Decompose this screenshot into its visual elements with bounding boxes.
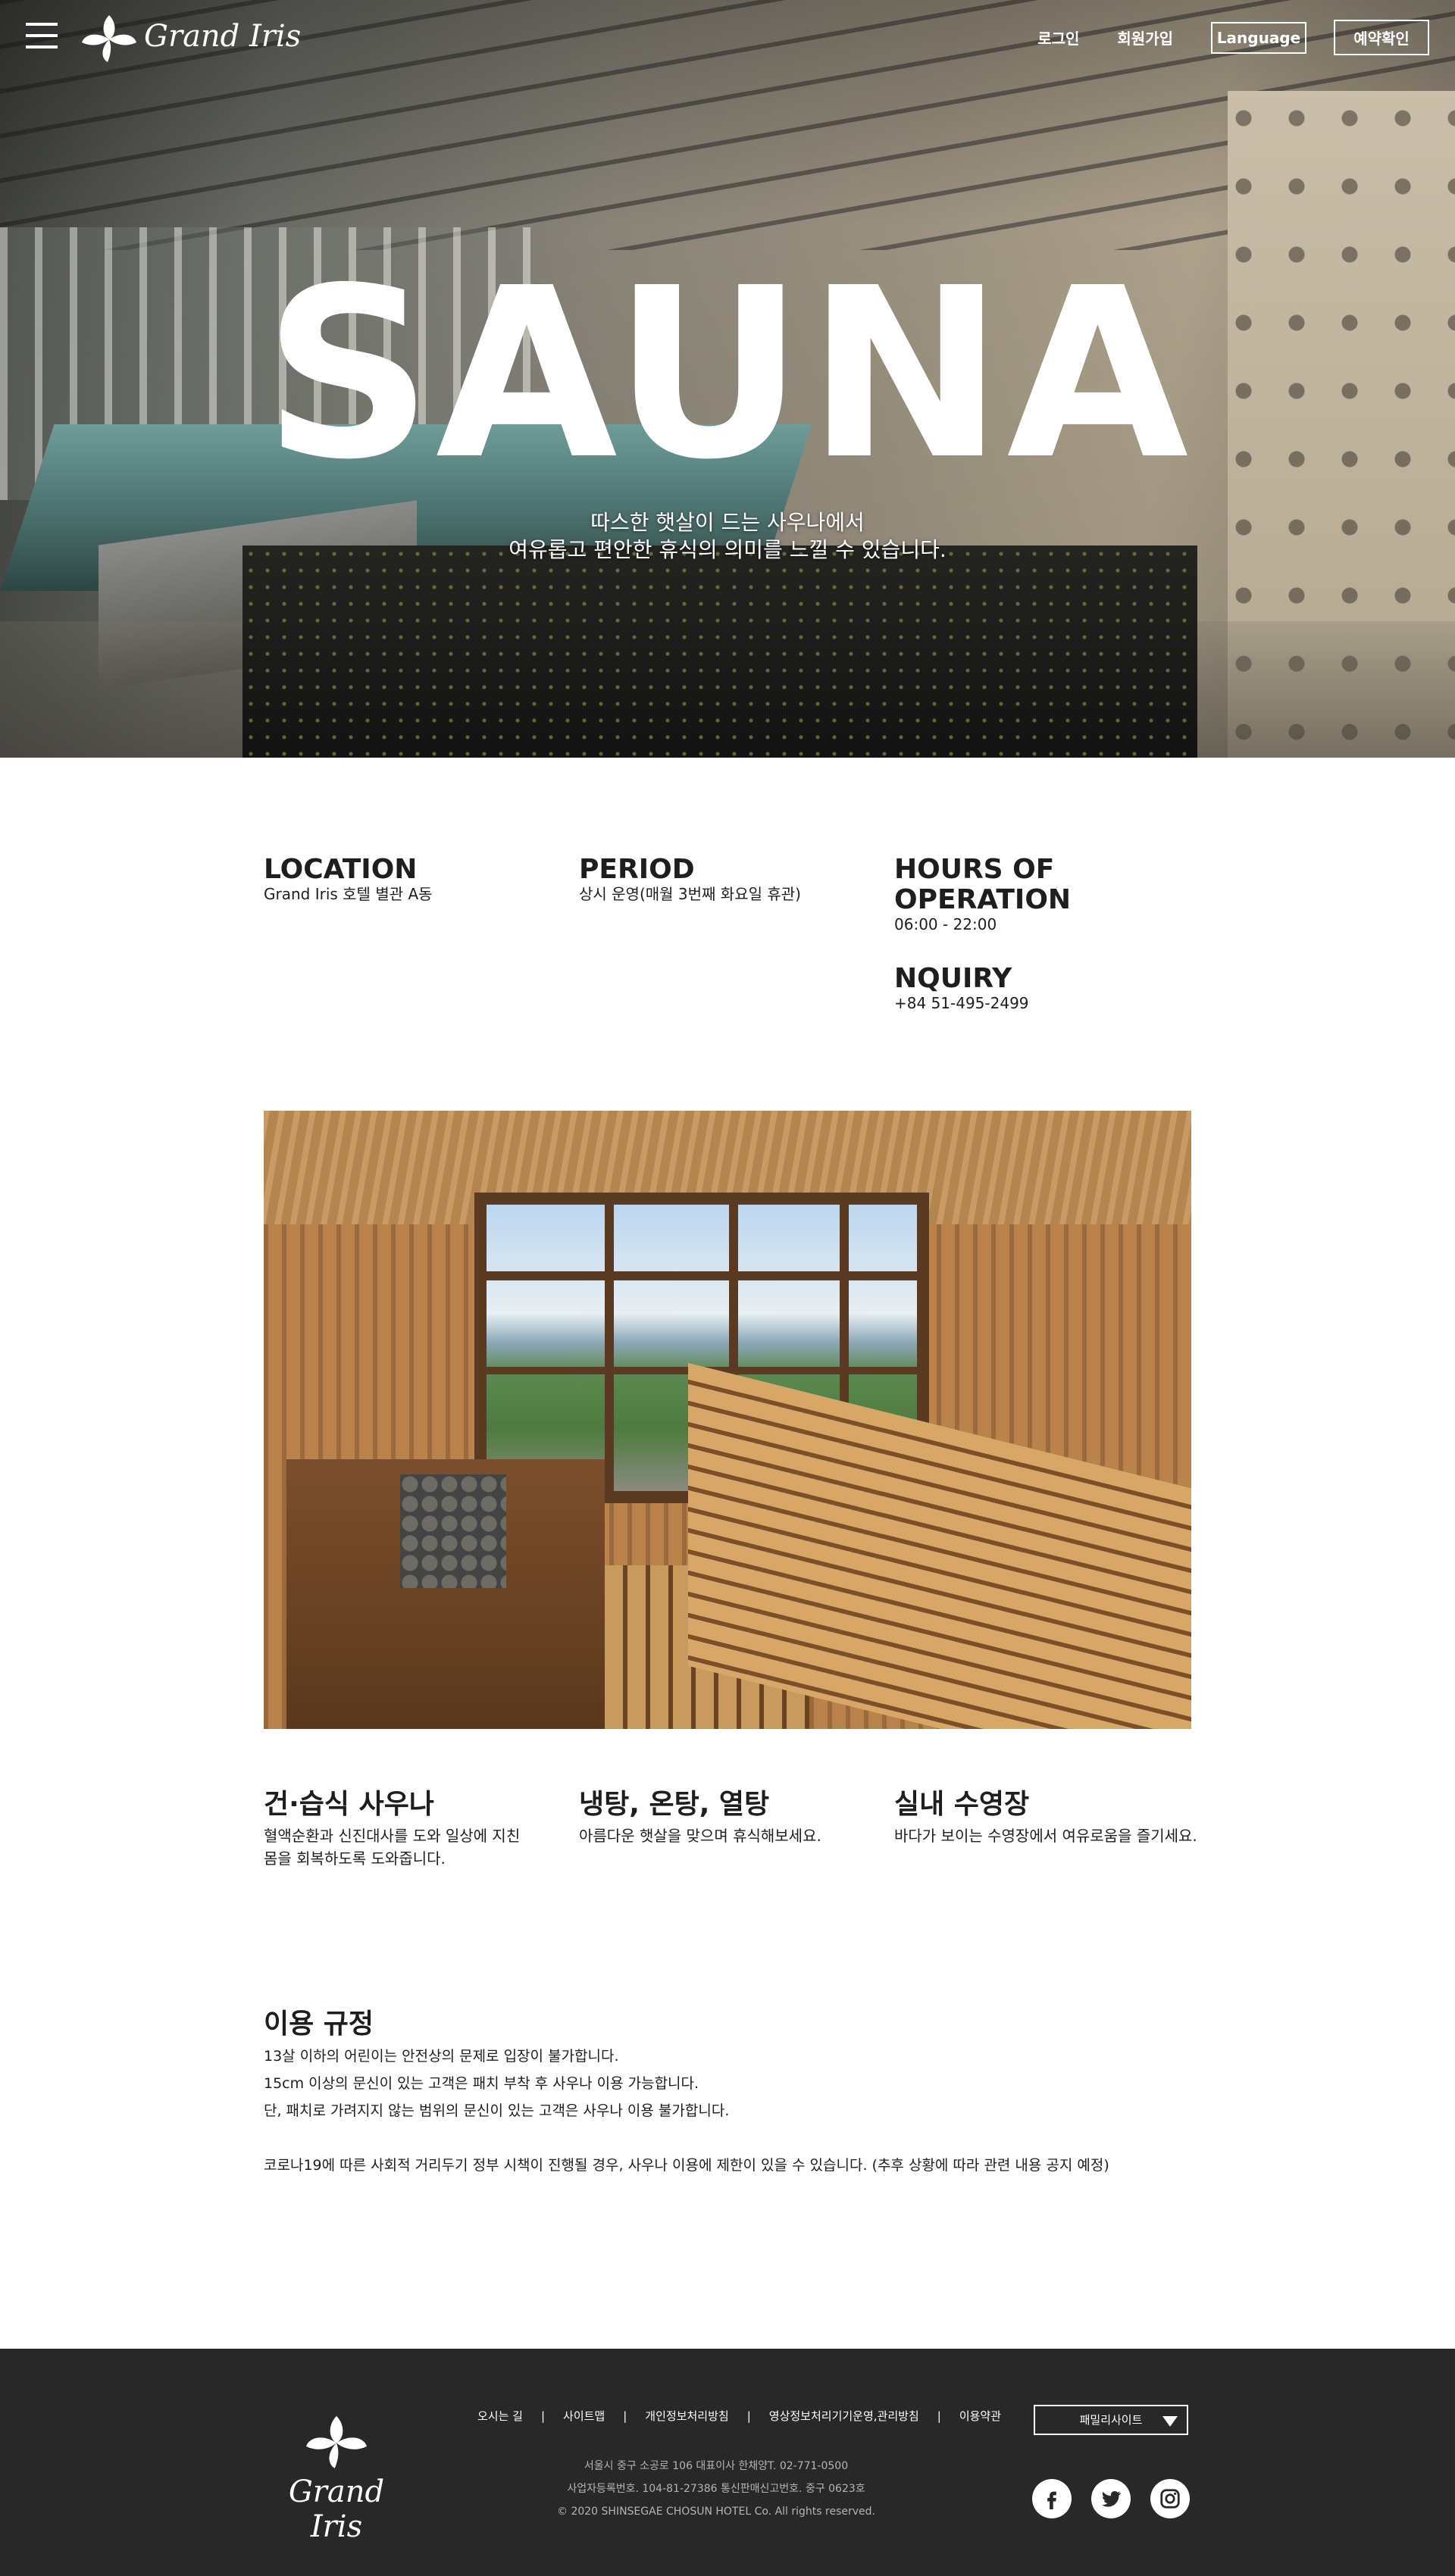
footer-address-line: 사업자등록번호. 104-81-27386 통신판매신고번호. 중구 0623호 <box>567 2483 865 2495</box>
footer-separator: | <box>540 2409 546 2423</box>
language-button[interactable]: Language <box>1211 21 1306 54</box>
footer-brand-name: Grand Iris <box>288 2474 385 2544</box>
feature-title: 건·습식 사우나 <box>264 1789 434 1820</box>
footer-separator: | <box>623 2409 627 2423</box>
rules-title: 이용 규정 <box>264 2009 374 2040</box>
info-period: PERIOD 상시 운영(매월 3번째 화요일 휴관) <box>579 854 801 904</box>
iris-flower-icon <box>82 15 136 62</box>
info-hours-value: 06:00 - 22:00 <box>894 915 997 933</box>
info-period-label: PERIOD <box>579 854 695 885</box>
info-inquiry-value: +84 51-495-2499 <box>894 994 1029 1012</box>
info-hours: HOURS OF OPERATION 06:00 - 22:00 <box>894 854 1191 934</box>
footer-link-terms[interactable]: 이용약관 <box>959 2408 1001 2424</box>
info-inquiry-label: NQUIRY <box>894 963 1012 994</box>
footer-separator: | <box>746 2409 751 2423</box>
rules-spacer <box>264 2124 1249 2152</box>
feature-dry-wet-sauna: 건·습식 사우나 혈액순환과 신진대사를 도와 일상에 지친 몸을 회복하도록 … <box>264 1788 537 1870</box>
footer-logo[interactable]: Grand Iris <box>276 2409 397 2544</box>
brand-name: Grand Iris <box>144 19 302 54</box>
info-location: LOCATION Grand Iris 호텔 별관 A동 <box>264 854 433 904</box>
feature-baths: 냉탕, 온탕, 열탕 아름다운 햇살을 맞으며 휴식해보세요. <box>579 1788 852 1847</box>
hero-subtitle-line2: 여유롭고 편안한 휴식의 의미를 느낄 수 있습니다. <box>508 537 947 562</box>
feature-title: 실내 수영장 <box>894 1789 1030 1820</box>
signup-link[interactable]: 회원가입 <box>1117 27 1173 48</box>
footer-links: 오시는 길 | 사이트맵 | 개인정보처리방침 | 영상정보처리기기운영,관리방… <box>477 2408 1001 2424</box>
rules-line: 단, 패치로 가려지지 않는 범위의 문신이 있는 고객은 사우나 이용 불가합… <box>264 2102 730 2119</box>
family-site-select[interactable]: 패밀리사이트 <box>1034 2405 1188 2435</box>
feature-text: 아름다운 햇살을 맞으며 휴식해보세요. <box>579 1824 852 1847</box>
footer-link-cctv-policy[interactable]: 영상정보처리기기운영,관리방침 <box>769 2408 919 2424</box>
hero-section: SAUNA 따스한 햇살이 드는 사우나에서 여유롭고 편안한 휴식의 의미를 … <box>0 0 1455 758</box>
top-nav: 로그인 회원가입 Language 예약확인 <box>1037 20 1429 55</box>
menu-icon-bar <box>26 45 58 48</box>
footer-link-sitemap[interactable]: 사이트맵 <box>563 2408 605 2424</box>
rules-line: 13살 이하의 어린이는 안전상의 문제로 입장이 불가합니다. <box>264 2048 619 2065</box>
feature-text: 바다가 보이는 수영장에서 여유로움을 즐기세요. <box>894 1824 1212 1847</box>
feature-text-line: 아름다운 햇살을 맞으며 휴식해보세요. <box>579 1827 821 1845</box>
menu-icon-bar <box>26 23 58 26</box>
feature-text-line: 몸을 회복하도록 도와줍니다. <box>264 1849 446 1868</box>
footer-separator: | <box>937 2409 941 2423</box>
footer: Grand Iris 오시는 길 | 사이트맵 | 개인정보처리방침 | 영상정… <box>0 2349 1455 2576</box>
twitter-glyph <box>1102 2491 1121 2507</box>
hero-subtitle: 따스한 햇살이 드는 사우나에서 여유롭고 편안한 휴식의 의미를 느낄 수 있… <box>0 509 1455 564</box>
iris-flower-icon <box>306 2415 367 2468</box>
photo-window-mullion <box>605 1193 614 1503</box>
info-location-value: Grand Iris 호텔 별관 A동 <box>264 885 433 903</box>
facebook-glyph <box>1047 2491 1056 2509</box>
feature-indoor-pool: 실내 수영장 바다가 보이는 수영장에서 여유로움을 즐기세요. <box>894 1788 1212 1847</box>
info-period-value: 상시 운영(매월 3번째 화요일 휴관) <box>579 885 801 903</box>
menu-icon[interactable] <box>26 23 58 48</box>
feature-text-line: 혈액순환과 신진대사를 도와 일상에 지친 <box>264 1827 521 1845</box>
footer-address-line: 서울시 중구 소공로 106 대표이사 한채양T. 02-771-0500 <box>584 2460 849 2472</box>
photo-bench <box>688 1362 1191 1729</box>
feature-text-line: 바다가 보이는 수영장에서 여유로움을 즐기세요. <box>894 1827 1197 1845</box>
usage-rules-section: 이용 규정 13살 이하의 어린이는 안전상의 문제로 입장이 불가합니다. 1… <box>264 2006 1249 2179</box>
footer-address: 서울시 중구 소공로 106 대표이사 한채양T. 02-771-0500 사업… <box>477 2455 955 2523</box>
footer-link-directions[interactable]: 오시는 길 <box>477 2408 523 2424</box>
rules-notice: 코로나19에 따른 사회적 거리두기 정부 시책이 진행될 경우, 사우나 이용… <box>264 2157 1109 2174</box>
info-location-label: LOCATION <box>264 854 418 885</box>
triangle-down-icon <box>1162 2416 1178 2427</box>
photo-window-mullion <box>474 1271 929 1280</box>
info-inquiry: NQUIRY +84 51-495-2499 <box>894 963 1029 1013</box>
hero-photo-plunge-pool <box>242 546 1197 758</box>
footer-copyright: © 2020 SHINSEGAE CHOSUN HOTEL Co. All ri… <box>557 2506 875 2518</box>
instagram-glyph <box>1160 2489 1180 2509</box>
facebook-icon[interactable] <box>1032 2479 1072 2518</box>
footer-link-privacy[interactable]: 개인정보처리방침 <box>645 2408 728 2424</box>
brand-logo[interactable]: Grand Iris <box>79 9 301 64</box>
feature-text: 혈액순환과 신진대사를 도와 일상에 지친 몸을 회복하도록 도와줍니다. <box>264 1824 537 1870</box>
feature-title: 냉탕, 온탕, 열탕 <box>579 1789 770 1820</box>
reservation-check-button[interactable]: 예약확인 <box>1334 20 1429 55</box>
rules-line: 15cm 이상의 문신이 있는 고객은 패치 부착 후 사우나 이용 가능합니다… <box>264 2075 699 2092</box>
hero-subtitle-line1: 따스한 햇살이 드는 사우나에서 <box>590 510 865 535</box>
info-hours-label: HOURS OF OPERATION <box>894 854 1072 915</box>
info-section: LOCATION Grand Iris 호텔 별관 A동 PERIOD 상시 운… <box>264 855 1191 1029</box>
menu-icon-bar <box>26 34 58 37</box>
social-links <box>1032 2479 1209 2518</box>
instagram-icon[interactable] <box>1150 2479 1190 2518</box>
login-link[interactable]: 로그인 <box>1037 27 1079 48</box>
twitter-icon[interactable] <box>1091 2479 1131 2518</box>
family-site-label: 패밀리사이트 <box>1079 2413 1143 2427</box>
photo-stones <box>400 1474 506 1588</box>
hero-title: SAUNA <box>263 238 1192 511</box>
sauna-room-photo <box>264 1111 1191 1729</box>
